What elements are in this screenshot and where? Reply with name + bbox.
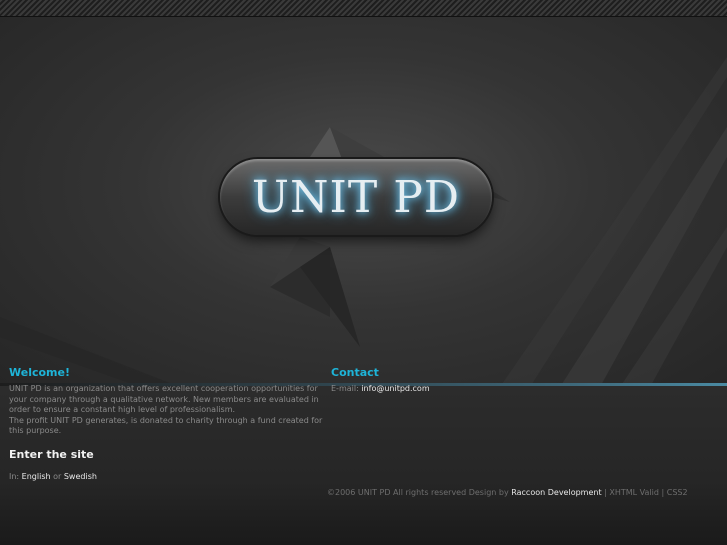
english-link[interactable]: English	[22, 472, 51, 481]
email-link[interactable]: info@unitpd.com	[361, 384, 429, 393]
welcome-paragraph-2: The profit UNIT PD generates, is donated…	[9, 415, 323, 436]
swedish-link[interactable]: Swedish	[64, 472, 97, 481]
enter-site-heading: Enter the site	[9, 448, 94, 461]
language-or: or	[53, 472, 62, 481]
css-valid-link[interactable]: CSS2	[667, 488, 688, 497]
logo-text: UNIT PD	[251, 171, 461, 223]
contact-email-row: E-mail: info@unitpd.com	[331, 384, 430, 394]
email-label: E-mail:	[331, 384, 359, 393]
xhtml-valid-link[interactable]: XHTML Valid	[609, 488, 659, 497]
footer-separator: |	[661, 488, 665, 497]
logo: UNIT PD	[220, 159, 492, 235]
footer-separator: |	[604, 488, 607, 497]
hero-banner: UNIT PD	[0, 17, 727, 387]
contact-heading: Contact	[331, 366, 379, 379]
welcome-text: UNIT PD is an organization that offers e…	[9, 384, 327, 437]
welcome-heading: Welcome!	[9, 366, 70, 379]
designer-link[interactable]: Raccoon Development	[511, 488, 601, 497]
copyright-text: ©2006 UNIT PD All rights reserved Design…	[327, 488, 509, 497]
welcome-paragraph-1: UNIT PD is an organization that offers e…	[9, 384, 319, 414]
footer: ©2006 UNIT PD All rights reserved Design…	[327, 488, 688, 497]
language-selector: In: English or Swedish	[9, 472, 97, 481]
language-label: In:	[9, 472, 20, 481]
top-stripe	[0, 0, 727, 17]
